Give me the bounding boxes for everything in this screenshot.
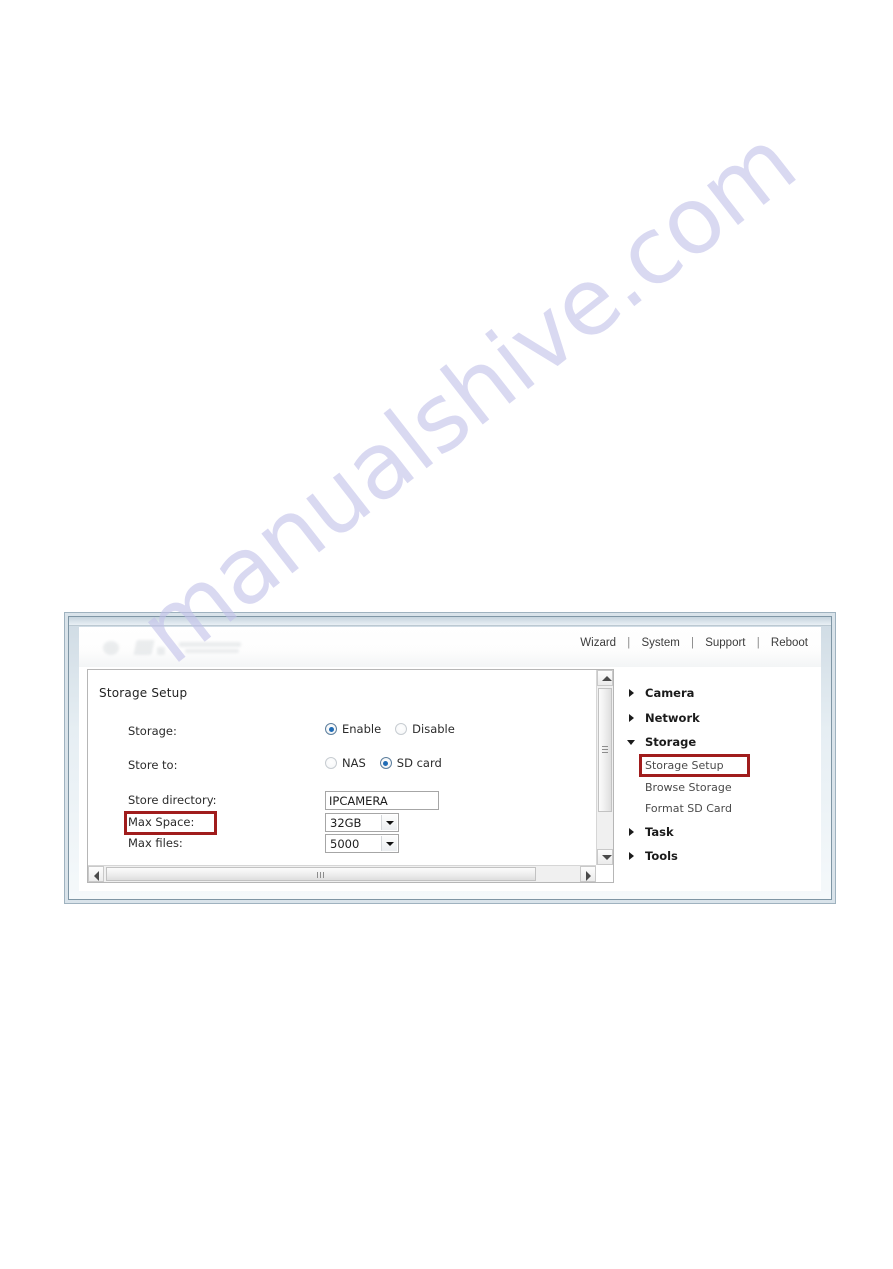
- page-title: Storage Setup: [99, 686, 188, 700]
- label-store-to: Store to:: [128, 758, 178, 772]
- field-store-directory: [325, 791, 439, 810]
- scroll-left-arrow-icon[interactable]: [88, 866, 104, 882]
- scroll-thumb-grip-icon: [602, 746, 608, 754]
- form-row-store-directory: Store directory:: [88, 791, 596, 813]
- sidebar-item-browse-storage[interactable]: Browse Storage: [627, 777, 817, 798]
- top-navigation: Wizard | System | Support | Reboot: [579, 637, 809, 649]
- label-store-directory: Store directory:: [128, 793, 217, 807]
- sidebar-label-tools: Tools: [645, 849, 678, 864]
- radio-label-enable: Enable: [342, 722, 382, 736]
- sidebar-item-network[interactable]: Network: [627, 706, 817, 731]
- max-space-value: 32GB: [330, 816, 362, 830]
- max-space-select[interactable]: 32GB: [325, 813, 399, 832]
- radio-sd-card-icon[interactable]: [379, 757, 392, 769]
- sidebar-item-format-sd-card[interactable]: Format SD Card: [627, 798, 817, 820]
- screenshot-window-frame: Wizard | System | Support | Reboot Stora…: [64, 612, 836, 904]
- radio-enable-icon[interactable]: [325, 723, 337, 735]
- nav-link-wizard[interactable]: Wizard: [579, 637, 617, 649]
- window-titlebar: [69, 617, 831, 626]
- settings-content-frame: Storage Setup Storage: Enable Disable St…: [87, 669, 614, 883]
- sidebar-label-camera: Camera: [645, 686, 695, 701]
- field-store-to: NAS SD card: [325, 756, 456, 770]
- chevron-down-icon[interactable]: [627, 737, 637, 747]
- vertical-scrollbar[interactable]: [596, 670, 613, 865]
- form-row-max-space: Max Space: 32GB: [88, 813, 596, 835]
- brand-header-bar: Wizard | System | Support | Reboot: [79, 627, 821, 667]
- sidebar-label-format-sd-card: Format SD Card: [645, 802, 732, 815]
- page-body: Storage Setup Storage: Enable Disable St…: [79, 667, 821, 891]
- vertical-scroll-thumb[interactable]: [598, 688, 612, 812]
- label-max-space: Max Space:: [128, 815, 195, 829]
- nav-link-reboot[interactable]: Reboot: [770, 637, 809, 649]
- form-row-max-files: Max files: 5000: [88, 834, 596, 856]
- radio-label-sd-card: SD card: [396, 756, 442, 770]
- chevron-down-icon[interactable]: [381, 815, 397, 830]
- chevron-right-icon[interactable]: [627, 827, 637, 837]
- scroll-up-arrow-icon[interactable]: [597, 670, 613, 686]
- nav-separator-2: |: [691, 637, 695, 649]
- radio-group-store-to: NAS SD card: [325, 756, 456, 770]
- radio-group-storage: Enable Disable: [325, 722, 469, 736]
- form-row-storage: Storage: Enable Disable: [88, 722, 596, 744]
- sidebar-label-task: Task: [645, 824, 674, 839]
- horizontal-scroll-thumb[interactable]: [106, 867, 536, 881]
- field-max-files: 5000: [325, 834, 399, 853]
- radio-disable-icon[interactable]: [395, 723, 408, 735]
- radio-label-disable: Disable: [412, 722, 455, 736]
- sidebar-label-network: Network: [645, 710, 700, 725]
- sidebar-label-storage-setup: Storage Setup: [645, 759, 724, 772]
- label-storage: Storage:: [128, 724, 177, 738]
- radio-label-nas: NAS: [342, 756, 366, 770]
- nav-link-support[interactable]: Support: [704, 637, 746, 649]
- scroll-thumb-grip-icon: [317, 872, 325, 878]
- label-max-files: Max files:: [128, 836, 183, 850]
- sidebar-menu-tree: Camera Network Storage Storage Setup Bro…: [627, 681, 817, 883]
- scroll-right-arrow-icon[interactable]: [580, 866, 596, 882]
- form-row-store-to: Store to: NAS SD card: [88, 756, 596, 778]
- radio-option-disable[interactable]: Disable: [395, 722, 455, 736]
- radio-nas-icon[interactable]: [325, 757, 337, 769]
- watermark-text: manualshive.com: [120, 108, 815, 685]
- sidebar-label-storage: Storage: [645, 735, 697, 750]
- field-max-space: 32GB: [325, 813, 399, 832]
- max-files-select[interactable]: 5000: [325, 834, 399, 853]
- sidebar-item-tools[interactable]: Tools: [627, 844, 817, 869]
- chevron-right-icon[interactable]: [627, 851, 637, 861]
- web-page-area: Wizard | System | Support | Reboot Stora…: [79, 627, 821, 891]
- sidebar-item-camera[interactable]: Camera: [627, 681, 817, 706]
- window-inner-frame: Wizard | System | Support | Reboot Stora…: [68, 616, 832, 900]
- sidebar-label-browse-storage: Browse Storage: [645, 780, 732, 794]
- chevron-down-icon[interactable]: [381, 836, 397, 851]
- nav-link-system[interactable]: System: [640, 637, 680, 649]
- sidebar-item-task[interactable]: Task: [627, 820, 817, 845]
- radio-option-nas[interactable]: NAS: [325, 756, 366, 770]
- radio-option-enable[interactable]: Enable: [325, 722, 381, 736]
- sidebar-item-storage[interactable]: Storage: [627, 730, 817, 755]
- chevron-right-icon[interactable]: [627, 688, 637, 698]
- horizontal-scrollbar[interactable]: [88, 865, 596, 882]
- scroll-down-arrow-icon[interactable]: [597, 849, 613, 865]
- field-storage: Enable Disable: [325, 722, 469, 736]
- max-files-value: 5000: [330, 837, 360, 851]
- radio-option-sd-card[interactable]: SD card: [379, 756, 442, 770]
- sidebar-item-storage-setup[interactable]: Storage Setup: [627, 755, 817, 777]
- nav-separator-1: |: [627, 637, 631, 649]
- company-logo: [101, 638, 251, 660]
- store-directory-input[interactable]: [325, 791, 439, 810]
- settings-scroll-pane: Storage Setup Storage: Enable Disable St…: [88, 670, 596, 865]
- nav-separator-3: |: [756, 637, 760, 649]
- chevron-right-icon[interactable]: [627, 713, 637, 723]
